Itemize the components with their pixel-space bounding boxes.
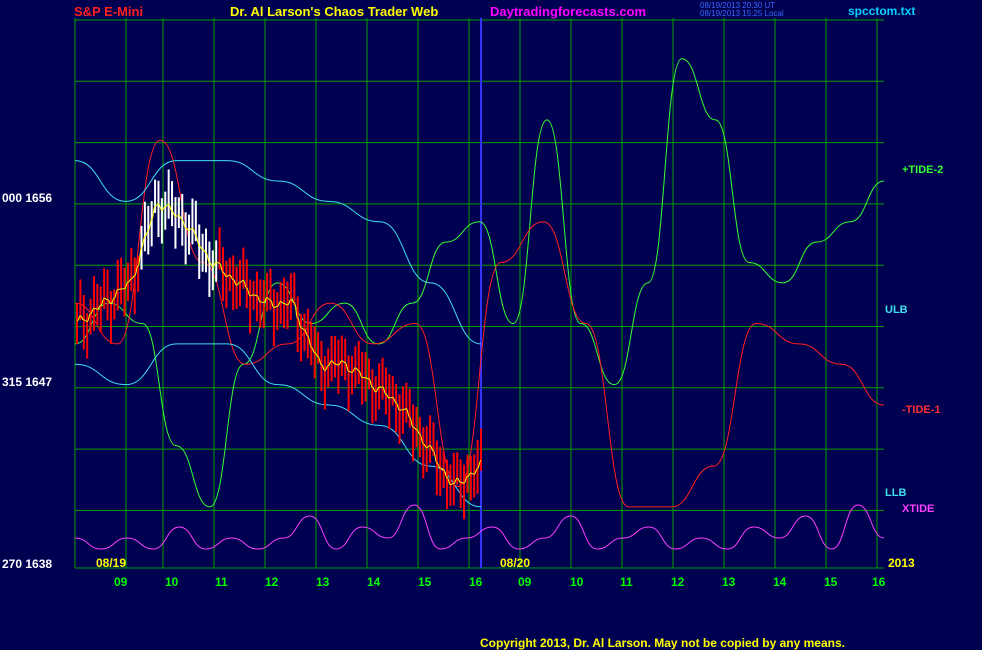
site-link[interactable]: Daytradingforecasts.com <box>490 4 646 19</box>
x-tick-label: 14 <box>367 575 381 589</box>
x-tick-label: 12 <box>265 575 279 589</box>
y-tick-label: 315 1647 <box>2 375 53 389</box>
x-tick-label: 16 <box>469 575 483 589</box>
date-label: 08/19 <box>96 556 127 570</box>
y-tick-label: 000 1656 <box>2 191 53 205</box>
grid-lines <box>74 18 884 569</box>
x-tick-label: 10 <box>570 575 584 589</box>
y-tick-label: 270 1638 <box>2 557 53 571</box>
chart-plot <box>74 18 885 569</box>
symbol-label: S&P E-Mini <box>74 4 144 19</box>
series-line-xtide <box>74 504 885 550</box>
legend-ulb: ULB <box>885 304 908 316</box>
series-line-tide1 <box>74 139 885 508</box>
x-tick-label: 13 <box>722 575 736 589</box>
x-tick-label: 09 <box>114 575 128 589</box>
x-tick-label: 13 <box>316 575 330 589</box>
x-tick-label: 16 <box>872 575 886 589</box>
year-label: 2013 <box>888 556 915 570</box>
x-tick-label: 11 <box>215 575 228 589</box>
series-group <box>74 58 885 550</box>
price-bars <box>76 169 482 520</box>
copyright-notice: Copyright 2013, Dr. Al Larson. May not b… <box>480 636 845 650</box>
date-label: 08/20 <box>500 556 531 570</box>
x-tick-label: 14 <box>773 575 787 589</box>
x-tick-label: 15 <box>824 575 838 589</box>
legend-tide1: -TIDE-1 <box>902 404 941 416</box>
x-tick-label: 11 <box>620 575 633 589</box>
chart-title: Dr. Al Larson's Chaos Trader Web <box>230 4 439 19</box>
legend-xtide: XTIDE <box>902 503 935 515</box>
x-tick-label: 09 <box>518 575 532 589</box>
x-tick-label: 12 <box>671 575 685 589</box>
local-timestamp: 08/19/2013 15:25 Local <box>700 9 784 18</box>
legend-llb: LLB <box>885 487 907 499</box>
series-line-tide2 <box>74 58 885 508</box>
legend-tide2: +TIDE-2 <box>902 164 944 176</box>
file-name: spcctom.txt <box>848 4 916 18</box>
x-tick-label: 15 <box>418 575 432 589</box>
x-tick-label: 10 <box>165 575 179 589</box>
